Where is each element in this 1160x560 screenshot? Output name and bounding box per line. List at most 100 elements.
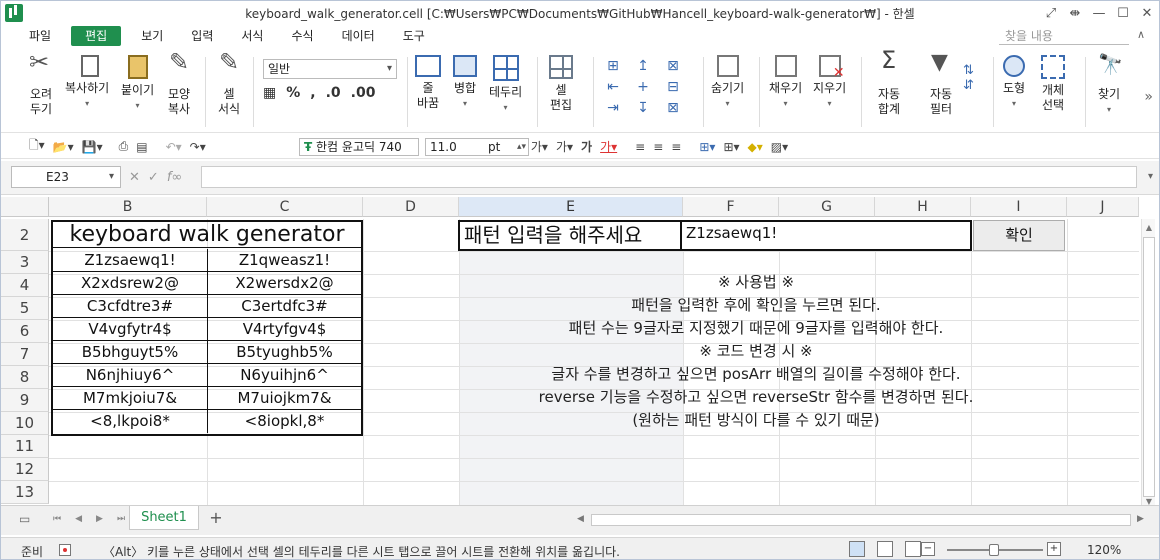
- fill-button[interactable]: 채우기 ▾: [769, 55, 802, 111]
- insert-col-left-icon[interactable]: ⇤: [601, 80, 625, 95]
- column-header-i[interactable]: I: [971, 197, 1067, 217]
- column-header-f[interactable]: F: [683, 197, 779, 217]
- scroll-up-icon[interactable]: ▲: [1146, 223, 1152, 232]
- delete-row-icon[interactable]: ⊠: [661, 101, 685, 116]
- table-cell[interactable]: <8,lkpoi8*: [53, 410, 208, 433]
- zoom-slider-handle[interactable]: [989, 544, 999, 556]
- table-cell[interactable]: V4vgfytr4$: [53, 318, 208, 341]
- column-header-c[interactable]: C: [207, 197, 363, 217]
- table-cell[interactable]: M7uiojkm7&: [208, 387, 361, 410]
- last-sheet-icon[interactable]: ⏭: [117, 514, 125, 524]
- table-cell[interactable]: B5bhguyt5%: [53, 341, 208, 364]
- row-header-3[interactable]: 3: [1, 251, 49, 274]
- next-sheet-icon[interactable]: ▶: [96, 514, 103, 524]
- insert-plus-icon[interactable]: +: [631, 80, 655, 95]
- row-header-11[interactable]: 11: [1, 435, 49, 458]
- cut-button[interactable]: 오려 두기: [27, 55, 55, 117]
- fill-color-icon[interactable]: ◆▾: [748, 140, 763, 154]
- grow-font-icon[interactable]: 가: [581, 138, 592, 155]
- font-name-select[interactable]: Ŧ 한컴 윤고딕 740: [299, 138, 419, 156]
- first-sheet-icon[interactable]: ⏮: [53, 514, 61, 524]
- scroll-right-icon[interactable]: ▶: [1137, 514, 1144, 524]
- insert-icon[interactable]: ↥: [631, 59, 655, 74]
- table-cell[interactable]: <8iopkl,8*: [208, 410, 361, 433]
- font-size-input[interactable]: 11.0 pt ▴▾: [425, 138, 529, 156]
- shape-button[interactable]: 도형 ▾: [1003, 55, 1025, 111]
- page-break-view-icon[interactable]: [905, 541, 921, 557]
- percent-format-icon[interactable]: %: [286, 85, 300, 101]
- wrap-text-button[interactable]: 줄 바꿈: [415, 55, 441, 111]
- row-header-5[interactable]: 5: [1, 297, 49, 320]
- select-object-button[interactable]: 개체 선택: [1041, 55, 1065, 113]
- row-header-12[interactable]: 12: [1, 458, 49, 481]
- delete-col-icon[interactable]: ⊟: [661, 80, 685, 95]
- formula-input[interactable]: [201, 166, 1137, 188]
- horizontal-scrollbar[interactable]: [591, 514, 1131, 526]
- table-cell[interactable]: X2wersdx2@: [208, 272, 361, 295]
- new-document-icon[interactable]: 🗋▾: [29, 136, 45, 157]
- ribbon-more-icon[interactable]: »: [1144, 89, 1153, 105]
- menu-insert[interactable]: 입력: [177, 26, 227, 46]
- menu-format[interactable]: 서식: [227, 26, 277, 46]
- select-all-corner[interactable]: [1, 197, 49, 217]
- split-view-icon[interactable]: ⇼: [1063, 1, 1087, 25]
- menu-file[interactable]: 파일: [15, 26, 65, 46]
- comma-format-icon[interactable]: ,: [310, 85, 315, 101]
- number-format-select[interactable]: 일반: [263, 59, 397, 79]
- pattern-input-cell[interactable]: Z1zsaewq1!: [686, 224, 777, 242]
- prev-sheet-icon[interactable]: ◀: [75, 514, 82, 524]
- autofilter-button[interactable]: 자동 필터: [927, 55, 955, 117]
- add-sheet-button[interactable]: +: [205, 508, 227, 528]
- currency-format-icon[interactable]: ▦: [263, 85, 276, 101]
- confirm-button[interactable]: 확인: [973, 220, 1065, 251]
- row-header-13[interactable]: 13: [1, 481, 49, 504]
- table-cell[interactable]: X2xdsrew2@: [53, 272, 208, 295]
- sort-descending-icon[interactable]: ⇵: [963, 78, 974, 93]
- merge-button[interactable]: 병합 ▾: [453, 55, 477, 111]
- normal-view-icon[interactable]: [849, 541, 865, 557]
- decrease-decimal-icon[interactable]: .00: [351, 85, 376, 101]
- close-button[interactable]: ✕: [1135, 1, 1159, 25]
- align-left-icon[interactable]: ≡: [635, 140, 645, 154]
- function-icon[interactable]: f∞: [167, 170, 182, 185]
- table-cell[interactable]: V4rtyfgv4$: [208, 318, 361, 341]
- spinner-icon[interactable]: ▴▾: [517, 139, 526, 155]
- name-box[interactable]: E23: [11, 166, 121, 188]
- zoom-out-button[interactable]: −: [921, 542, 935, 556]
- clear-button[interactable]: 지우기 ▾: [813, 55, 846, 111]
- row-header-6[interactable]: 6: [1, 320, 49, 343]
- superscript-icon[interactable]: 가▾: [556, 138, 573, 155]
- scroll-left-icon[interactable]: ◀: [577, 514, 584, 524]
- row-header-8[interactable]: 8: [1, 366, 49, 389]
- page-layout-view-icon[interactable]: [877, 541, 893, 557]
- column-header-h[interactable]: H: [875, 197, 971, 217]
- macro-record-icon[interactable]: [59, 544, 71, 556]
- vertical-scroll-thumb[interactable]: [1143, 237, 1155, 497]
- insert-row-above-icon[interactable]: ⊞: [601, 59, 625, 74]
- table-cell[interactable]: C3ertdfc3#: [208, 295, 361, 318]
- menu-edit[interactable]: 편집: [71, 26, 122, 46]
- row-header-9[interactable]: 9: [1, 389, 49, 412]
- column-header-g[interactable]: G: [779, 197, 875, 217]
- check-icon[interactable]: ✓: [148, 170, 159, 185]
- menu-formula[interactable]: 수식: [277, 26, 327, 46]
- menu-tools[interactable]: 도구: [389, 26, 439, 46]
- sheet-tab-sheet1[interactable]: Sheet1: [129, 506, 199, 530]
- find-button[interactable]: 찾기 ▾: [1095, 55, 1123, 117]
- pattern-icon[interactable]: ▨▾: [771, 140, 788, 154]
- copy-button[interactable]: 복사하기 ▾: [65, 55, 109, 111]
- column-header-d[interactable]: D: [363, 197, 459, 217]
- autosum-button[interactable]: 자동 합계: [875, 53, 903, 117]
- table-cell[interactable]: N6njhiuy6^: [53, 364, 208, 387]
- cell-format-button[interactable]: 셀 서식: [215, 55, 243, 117]
- row-header-7[interactable]: 7: [1, 343, 49, 366]
- table-cell[interactable]: Z1zsaewq1!: [53, 249, 208, 272]
- minimize-button[interactable]: —: [1087, 1, 1111, 25]
- table-cell[interactable]: B5tyughb5%: [208, 341, 361, 364]
- find-input[interactable]: 찾을 내용: [999, 27, 1129, 45]
- zoom-in-button[interactable]: +: [1047, 542, 1061, 556]
- align-center-icon[interactable]: ≡: [653, 140, 663, 154]
- print-preview-icon[interactable]: ▤: [136, 140, 147, 154]
- redo-icon[interactable]: ↷▾: [190, 140, 206, 154]
- paste-button[interactable]: 붙이기 ▾: [121, 55, 154, 113]
